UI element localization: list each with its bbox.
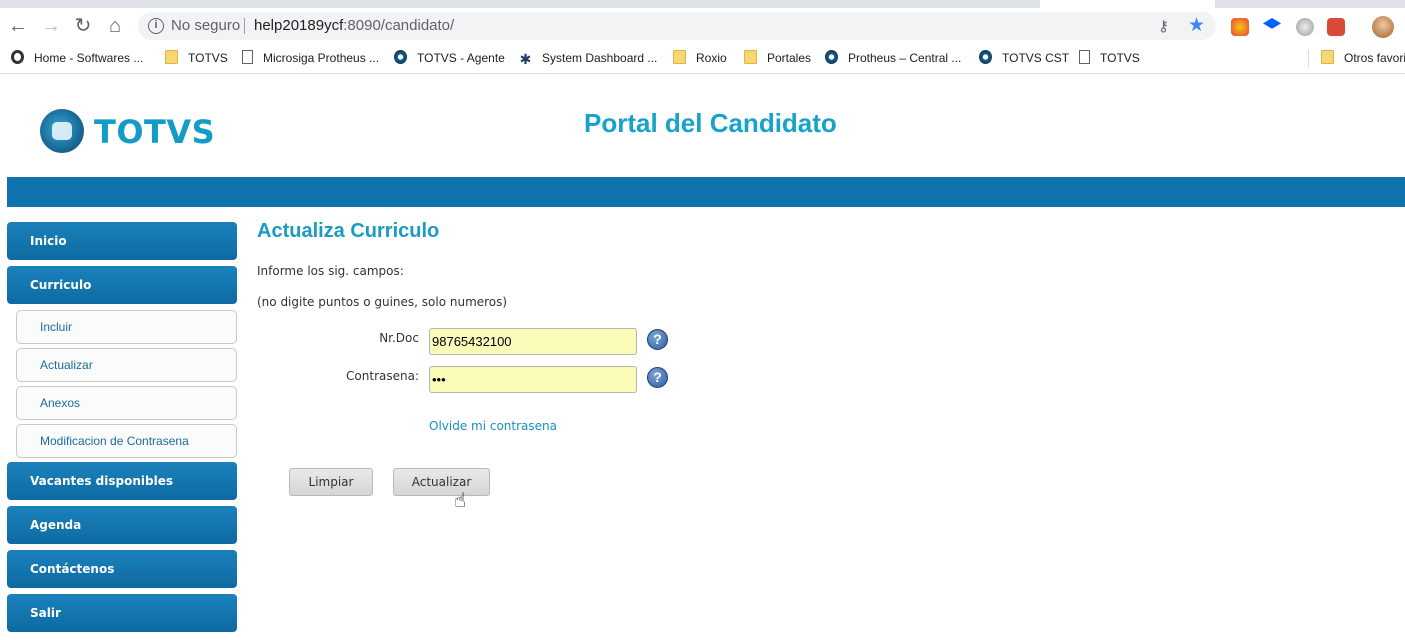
reload-icon[interactable]: ↻ xyxy=(71,14,95,38)
folder-icon xyxy=(673,50,686,64)
bookmark-home-softwares[interactable]: Home - Softwares ... xyxy=(11,50,143,68)
bookmarks-bar: Home - Softwares ... TOTVS Microsiga Pro… xyxy=(0,44,1405,74)
portal-title: Portal del Candidato xyxy=(584,108,837,138)
page-title: Actualiza Curriculo xyxy=(257,220,440,242)
bookmark-label: Protheus – Central ... xyxy=(848,51,962,65)
menu-salir[interactable]: Salir xyxy=(7,594,237,632)
menu-agenda[interactable]: Agenda xyxy=(7,506,237,544)
key-icon[interactable]: ⚷ xyxy=(1158,17,1169,35)
intro-text: Informe los sig. campos: xyxy=(257,264,404,278)
folder-icon xyxy=(165,50,178,64)
globe-icon xyxy=(825,50,838,64)
url-path: :8090/candidato/ xyxy=(343,17,455,34)
bookmark-totvs-page[interactable]: TOTVS xyxy=(1079,50,1140,68)
forgot-password-link[interactable]: Olvide mi contrasena xyxy=(429,419,557,433)
home-icon[interactable]: ⌂ xyxy=(103,14,127,38)
omnibox-divider xyxy=(244,18,245,34)
url-text[interactable]: help20189ycf:8090/candidato/ xyxy=(254,17,454,34)
tab-strip xyxy=(0,0,1405,8)
folder-icon xyxy=(744,50,757,64)
profile-avatar[interactable] xyxy=(1372,16,1394,38)
info-icon[interactable]: i xyxy=(148,18,164,34)
doc-help-icon[interactable]: ? xyxy=(647,329,668,350)
bookmark-label: TOTVS - Agente xyxy=(417,51,505,65)
folder-icon xyxy=(1321,50,1334,64)
bookmark-totvs-cst[interactable]: TOTVS CST xyxy=(979,50,1069,68)
bookmark-label: Portales xyxy=(767,51,812,65)
menu-contactenos[interactable]: Contáctenos xyxy=(7,550,237,588)
bookmark-system-dashboard[interactable]: ✱ System Dashboard ... xyxy=(519,50,658,68)
security-label: No seguro xyxy=(171,17,241,34)
password-label: Contrasena: xyxy=(346,369,419,383)
bookmark-label: TOTVS CST xyxy=(1002,51,1070,65)
bookmark-protheus-central[interactable]: Protheus – Central ... xyxy=(825,50,961,68)
bookmark-totvs-folder[interactable]: TOTVS xyxy=(165,50,228,68)
submenu-actualizar[interactable]: Actualizar xyxy=(16,348,237,382)
page-icon xyxy=(242,50,253,64)
bookmark-totvs-agente[interactable]: TOTVS - Agente xyxy=(394,50,505,68)
browser-toolbar: ← → ↻ ⌂ i No seguro help20189ycf:8090/ca… xyxy=(0,8,1405,44)
instruction-text: (no digite puntos o guines, solo numeros… xyxy=(257,295,508,309)
dropbox-icon[interactable] xyxy=(1263,18,1281,29)
submenu-incluir[interactable]: Incluir xyxy=(16,310,237,344)
extension-circle-icon[interactable] xyxy=(1296,18,1314,36)
password-help-icon[interactable]: ? xyxy=(647,367,668,388)
bookmark-microsiga[interactable]: Microsiga Protheus ... xyxy=(242,50,379,68)
password-input[interactable]: ••• xyxy=(429,366,637,393)
address-bar[interactable]: i No seguro help20189ycf:8090/candidato/… xyxy=(138,12,1216,40)
star-icon[interactable]: ★ xyxy=(1188,14,1205,37)
jira-icon: ✱ xyxy=(519,51,532,67)
totvs-logo-icon xyxy=(40,109,84,153)
forward-icon[interactable]: → xyxy=(39,14,63,38)
clear-button[interactable]: Limpiar xyxy=(289,468,373,496)
page-icon xyxy=(1079,50,1090,64)
url-host: help20189ycf xyxy=(254,17,344,34)
bookmark-label: Otros favori xyxy=(1344,51,1405,65)
bookmarks-divider xyxy=(1308,50,1309,68)
menu-vacantes[interactable]: Vacantes disponibles xyxy=(7,462,237,500)
doc-label: Nr.Doc xyxy=(379,331,419,345)
bookmark-label: Microsiga Protheus ... xyxy=(263,51,380,65)
submenu-modificacion-contrasena[interactable]: Modificacion de Contrasena xyxy=(16,424,237,458)
bookmark-label: Roxio xyxy=(696,51,727,65)
bookmark-otros-favoritos[interactable]: Otros favori xyxy=(1321,50,1405,68)
bookmark-roxio[interactable]: Roxio xyxy=(673,50,727,68)
update-button[interactable]: Actualizar xyxy=(393,468,490,496)
extension-flame-icon[interactable] xyxy=(1231,18,1249,36)
logo-text: TOTVS xyxy=(94,113,216,151)
ring-icon xyxy=(11,50,24,64)
extension-avatar-icon[interactable] xyxy=(1327,18,1345,36)
menu-inicio[interactable]: Inicio xyxy=(7,222,237,260)
bookmark-label: TOTVS xyxy=(1100,51,1140,65)
doc-number-input[interactable] xyxy=(429,328,637,355)
globe-icon xyxy=(979,50,992,64)
header-bar xyxy=(7,177,1405,207)
bookmark-label: Home - Softwares ... xyxy=(34,51,144,65)
menu-curriculo[interactable]: Curriculo xyxy=(7,266,237,304)
bookmark-label: TOTVS xyxy=(188,51,228,65)
globe-icon xyxy=(394,50,407,64)
bookmark-label: System Dashboard ... xyxy=(542,51,658,65)
active-tab[interactable] xyxy=(1040,0,1215,8)
bookmark-portales[interactable]: Portales xyxy=(744,50,811,68)
hand-cursor-icon: ☝ xyxy=(454,490,467,512)
back-icon[interactable]: ← xyxy=(6,14,30,38)
submenu-anexos[interactable]: Anexos xyxy=(16,386,237,420)
